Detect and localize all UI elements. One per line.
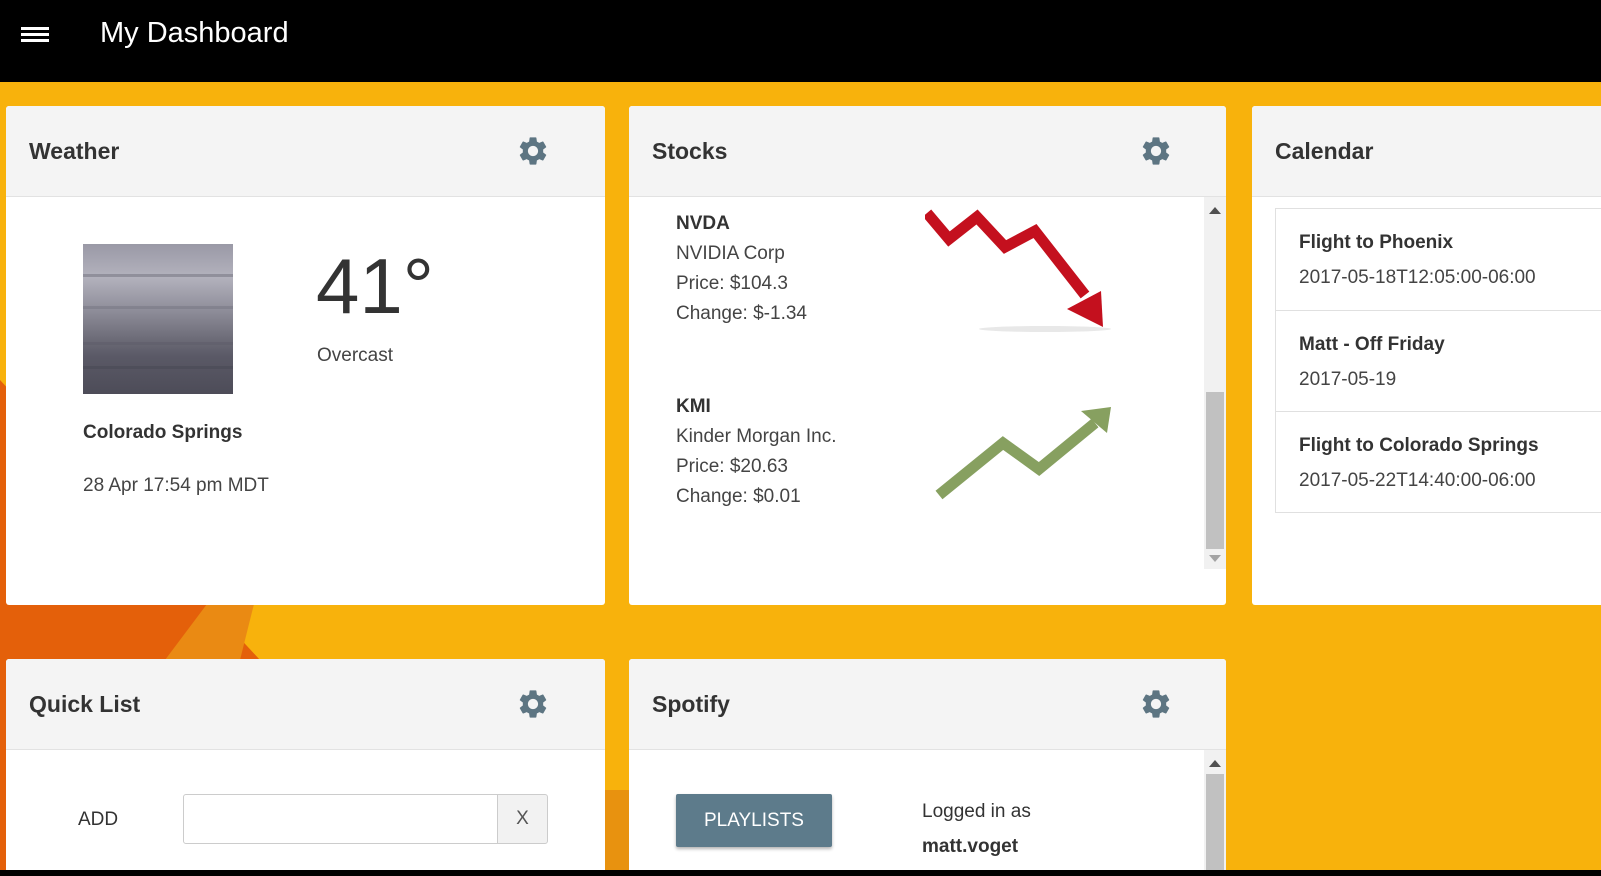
stock-change: Change: $0.01: [676, 486, 801, 507]
stock-price: Price: $20.63: [676, 456, 788, 477]
scroll-up-arrow-icon[interactable]: [1209, 207, 1221, 214]
bottom-edge: [0, 870, 1601, 876]
weather-title: Weather: [29, 138, 120, 164]
calendar-card-header: Calendar: [1252, 106, 1601, 197]
stock-down-arrow-icon: [925, 209, 1111, 332]
stock-price: Price: $104.3: [676, 273, 788, 294]
weather-settings-gear-icon[interactable]: [516, 134, 550, 168]
stocks-title: Stocks: [652, 138, 728, 164]
event-datetime: 2017-05-18T12:05:00-06:00: [1299, 267, 1536, 288]
weather-card: Weather 41° Overcast Colorado Springs 28…: [6, 106, 605, 605]
calendar-event[interactable]: Flight to Phoenix 2017-05-18T12:05:00-06…: [1276, 208, 1601, 310]
spotify-title: Spotify: [652, 691, 730, 717]
quicklist-card: Quick List ADD X: [6, 659, 605, 876]
calendar-event-list: Flight to Phoenix 2017-05-18T12:05:00-06…: [1275, 208, 1601, 513]
stock-item-nvda: NVDA NVIDIA Corp Price: $104.3 Change: $…: [676, 209, 807, 329]
calendar-title: Calendar: [1275, 138, 1374, 164]
scroll-up-arrow-icon[interactable]: [1209, 760, 1221, 767]
stock-symbol: NVDA: [676, 213, 730, 234]
add-label: ADD: [78, 809, 119, 830]
calendar-event[interactable]: Matt - Off Friday 2017-05-19: [1276, 310, 1601, 411]
quicklist-card-header: Quick List: [6, 659, 605, 750]
spotify-settings-gear-icon[interactable]: [1139, 687, 1173, 721]
hamburger-menu-icon[interactable]: [16, 22, 54, 56]
playlists-button[interactable]: PLAYLISTS: [676, 794, 832, 847]
top-app-bar: My Dashboard: [0, 0, 1601, 82]
stocks-scrollbar[interactable]: [1204, 197, 1226, 569]
event-name: Flight to Colorado Springs: [1299, 435, 1539, 456]
quicklist-add-input[interactable]: [183, 794, 498, 844]
stock-symbol: KMI: [676, 396, 711, 417]
scrollbar-thumb[interactable]: [1206, 774, 1224, 876]
stocks-card: Stocks NVDA NVIDIA Corp Price: $104.3 Ch…: [629, 106, 1226, 605]
stock-item-kmi: KMI Kinder Morgan Inc. Price: $20.63 Cha…: [676, 392, 837, 512]
app-title: My Dashboard: [100, 17, 289, 49]
scrollbar-thumb[interactable]: [1206, 392, 1224, 549]
calendar-event[interactable]: Flight to Colorado Springs 2017-05-22T14…: [1276, 411, 1601, 512]
weather-condition: Overcast: [317, 345, 394, 366]
spotify-card-header: Spotify: [629, 659, 1226, 750]
weather-card-header: Weather: [6, 106, 605, 197]
event-datetime: 2017-05-19: [1299, 369, 1397, 390]
spotify-scrollbar[interactable]: [1204, 750, 1226, 876]
quicklist-clear-button[interactable]: X: [497, 794, 548, 844]
stock-up-arrow-icon: [935, 407, 1111, 500]
event-name: Matt - Off Friday: [1299, 334, 1445, 355]
event-datetime: 2017-05-22T14:40:00-06:00: [1299, 470, 1536, 491]
stock-name: Kinder Morgan Inc.: [676, 426, 837, 447]
quicklist-settings-gear-icon[interactable]: [516, 687, 550, 721]
stocks-card-header: Stocks: [629, 106, 1226, 197]
calendar-card: Calendar Flight to Phoenix 2017-05-18T12…: [1252, 106, 1601, 605]
quicklist-title: Quick List: [29, 691, 141, 717]
temperature-value: 41°: [316, 242, 434, 330]
stocks-list: NVDA NVIDIA Corp Price: $104.3 Change: $…: [629, 197, 1226, 605]
weather-datetime: 28 Apr 17:54 pm MDT: [83, 475, 269, 496]
stocks-settings-gear-icon[interactable]: [1139, 134, 1173, 168]
scroll-down-arrow-icon[interactable]: [1209, 555, 1221, 562]
weather-condition-image: [83, 244, 233, 394]
stock-name: NVIDIA Corp: [676, 243, 785, 264]
spotify-card: Spotify PLAYLISTS Logged in as matt.voge…: [629, 659, 1226, 876]
event-name: Flight to Phoenix: [1299, 232, 1454, 253]
logged-in-username: matt.voget: [922, 836, 1019, 857]
logged-in-label: Logged in as: [922, 801, 1031, 822]
weather-city: Colorado Springs: [83, 422, 243, 443]
stock-change: Change: $-1.34: [676, 303, 807, 324]
